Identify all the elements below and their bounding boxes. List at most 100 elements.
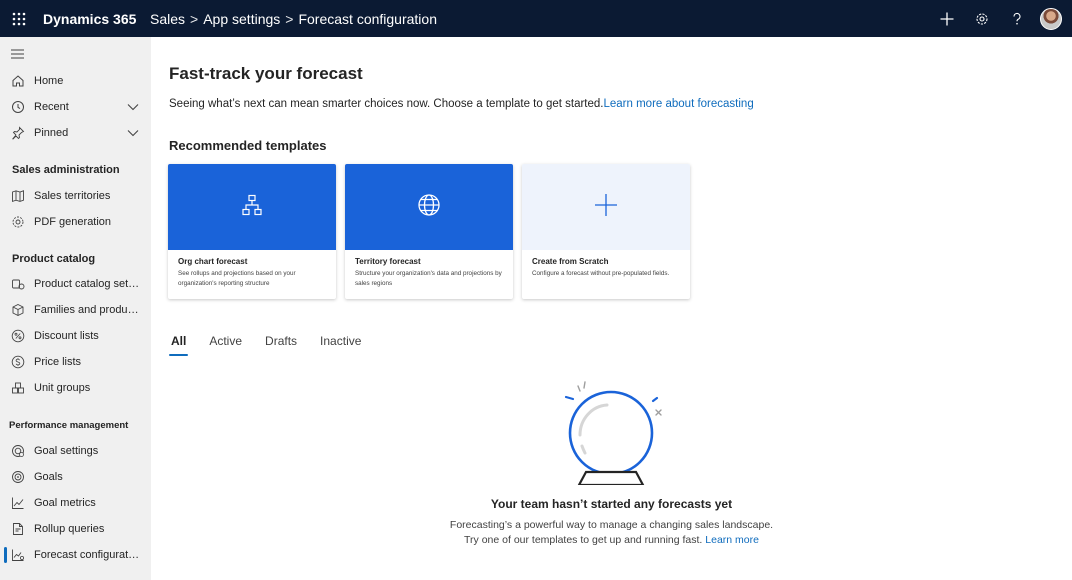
group-title-sales-administration: Sales administration [12, 164, 120, 176]
tab-all[interactable]: All [168, 334, 189, 356]
empty-state-title: Your team hasn’t started any forecasts y… [490, 497, 733, 511]
sidebar-item-product-catalog-settings[interactable]: Product catalog setti... [0, 271, 151, 297]
template-title: Create from Scratch [532, 257, 609, 266]
sidebar-item-goal-settings[interactable]: Goal settings [0, 438, 151, 464]
sidebar-item-label: Unit groups [34, 382, 91, 394]
recommended-templates-title: Recommended templates [169, 138, 327, 153]
learn-more-forecasting-link[interactable]: Learn more about forecasting [603, 98, 753, 110]
template-hero [522, 164, 690, 250]
line-chart-icon [11, 496, 25, 510]
sidebar-item-pdf-generation[interactable]: PDF generation [0, 209, 151, 235]
hamburger-menu-icon[interactable] [11, 46, 24, 64]
units-icon [11, 381, 25, 395]
plus-icon[interactable] [929, 0, 964, 37]
avatar[interactable] [1040, 7, 1062, 30]
sidebar-item-label: Goal metrics [34, 497, 96, 509]
template-card-territory[interactable]: Territory forecast Structure your organi… [345, 164, 513, 299]
sidebar-item-label: Forecast configuration [34, 549, 140, 561]
sidebar-item-label: Families and products [34, 304, 140, 316]
sidebar-item-price-lists[interactable]: Price lists [0, 349, 151, 375]
gear-icon [11, 215, 25, 229]
learn-more-link[interactable]: Learn more [705, 534, 759, 546]
target-icon [11, 470, 25, 484]
empty-state-line-2: Try one of our templates to get up and r… [151, 533, 1072, 548]
sidebar-item-label: Home [34, 75, 64, 87]
page-subtitle: Seeing what’s next can mean smarter choi… [169, 98, 754, 110]
sidebar-item-label: Recent [34, 101, 69, 113]
dollar-icon [11, 355, 25, 369]
page-title: Fast-track your forecast [169, 64, 363, 83]
sidebar: Home Recent Pinned Sales administration … [0, 37, 151, 580]
top-bar: Dynamics 365 Sales > App settings > Fore… [0, 0, 1072, 37]
top-actions [929, 0, 1072, 37]
breadcrumb-separator: > [285, 10, 294, 27]
forecast-tabs: All Active Drafts Inactive [168, 334, 384, 356]
empty-state-line-1: Forecasting’s a powerful way to manage a… [449, 519, 774, 531]
tab-drafts[interactable]: Drafts [265, 334, 297, 348]
breadcrumb-separator: > [190, 10, 199, 27]
goal-settings-icon [11, 444, 25, 458]
template-hero [345, 164, 513, 250]
sidebar-item-goals[interactable]: Goals [0, 464, 151, 490]
app-name[interactable]: Dynamics 365 [43, 11, 144, 27]
catalog-settings-icon [11, 277, 25, 291]
map-icon [11, 189, 25, 203]
box-icon [11, 303, 25, 317]
waffle-icon[interactable] [0, 0, 38, 37]
tab-active[interactable]: Active [209, 334, 242, 348]
template-title: Territory forecast [355, 257, 421, 266]
sidebar-item-label: Sales territories [34, 190, 111, 202]
empty-state-line-2-text: Try one of our templates to get up and r… [464, 534, 703, 546]
sidebar-item-label: Discount lists [34, 330, 99, 342]
sidebar-item-unit-groups[interactable]: Unit groups [0, 375, 151, 401]
selected-indicator [4, 547, 7, 563]
sidebar-item-label: PDF generation [34, 216, 112, 228]
sidebar-item-label: Product catalog setti... [34, 278, 140, 290]
template-description: Configure a forecast without pre-populat… [532, 270, 670, 277]
document-query-icon [11, 522, 25, 536]
plus-icon [594, 193, 618, 222]
template-hero [168, 164, 336, 250]
forecast-chart-icon [11, 548, 25, 562]
sidebar-item-recent[interactable]: Recent [0, 94, 151, 120]
main-content: Fast-track your forecast Seeing what’s n… [151, 37, 1072, 580]
sidebar-item-goal-metrics[interactable]: Goal metrics [0, 490, 151, 516]
template-description: See rollups and projections based on you… [178, 270, 296, 287]
template-title: Org chart forecast [178, 257, 248, 266]
gear-icon[interactable] [964, 0, 999, 37]
chevron-down-icon[interactable] [127, 102, 139, 114]
template-description: Structure your organization's data and p… [355, 270, 502, 287]
percent-icon [11, 329, 25, 343]
pin-icon [11, 126, 25, 140]
sidebar-item-label: Goals [34, 471, 63, 483]
org-chart-icon [241, 194, 263, 221]
chevron-down-icon[interactable] [127, 128, 139, 140]
sidebar-item-label: Rollup queries [34, 523, 105, 535]
clock-icon [11, 100, 25, 114]
group-title-performance-management: Performance management [9, 420, 129, 431]
breadcrumb: Sales > App settings > Forecast configur… [150, 11, 437, 27]
sidebar-item-sales-territories[interactable]: Sales territories [0, 183, 151, 209]
breadcrumb-sales[interactable]: Sales [150, 11, 185, 27]
breadcrumb-app-settings[interactable]: App settings [203, 11, 280, 27]
breadcrumb-forecast-configuration: Forecast configuration [298, 10, 437, 27]
template-card-org-chart[interactable]: Org chart forecast See rollups and proje… [168, 164, 336, 299]
tab-inactive[interactable]: Inactive [320, 334, 361, 348]
sidebar-item-families-and-products[interactable]: Families and products [0, 297, 151, 323]
subtitle-text: Seeing what’s next can mean smarter choi… [169, 98, 604, 110]
sidebar-item-label: Goal settings [34, 445, 99, 457]
sidebar-item-pinned[interactable]: Pinned [0, 120, 151, 146]
crystal-ball-icon [558, 380, 668, 490]
sidebar-item-discount-lists[interactable]: Discount lists [0, 323, 151, 349]
help-icon[interactable] [999, 0, 1034, 37]
sidebar-item-rollup-queries[interactable]: Rollup queries [0, 516, 151, 542]
template-card-create-from-scratch[interactable]: Create from Scratch Configure a forecast… [522, 164, 690, 299]
sidebar-item-forecast-configuration[interactable]: Forecast configuration [0, 542, 151, 568]
group-title-product-catalog: Product catalog [12, 253, 96, 265]
sidebar-item-label: Price lists [34, 356, 82, 368]
sidebar-item-label: Pinned [34, 127, 69, 139]
empty-state-description: Forecasting’s a powerful way to manage a… [151, 518, 1072, 548]
globe-icon [417, 193, 441, 222]
home-icon [11, 74, 25, 88]
sidebar-item-home[interactable]: Home [0, 68, 151, 94]
